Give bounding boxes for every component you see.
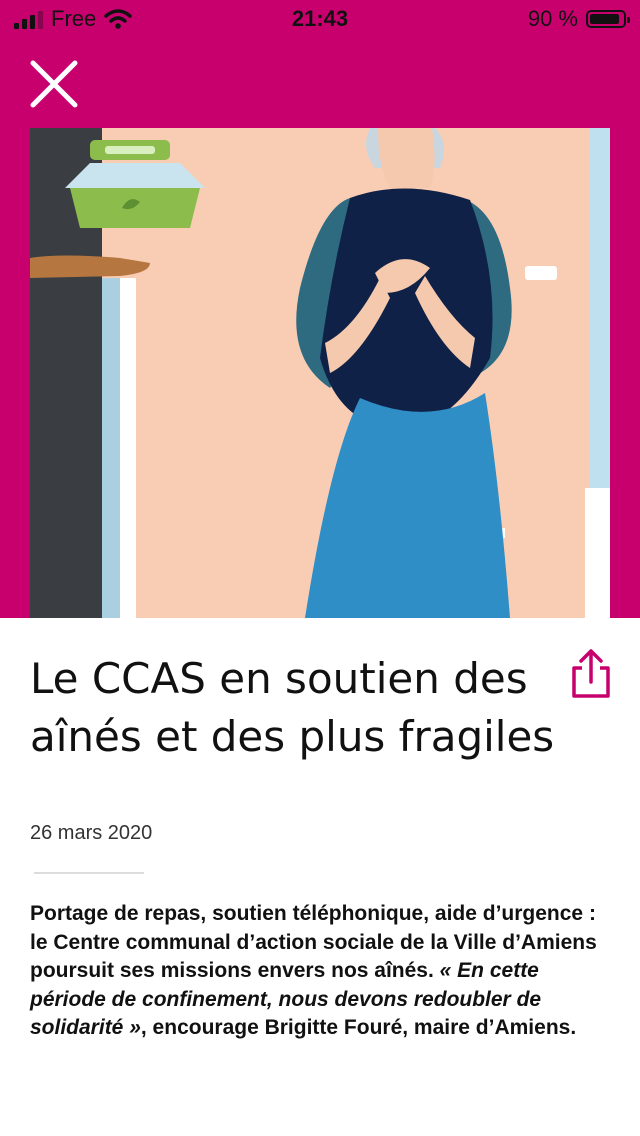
article-date: 26 mars 2020	[30, 822, 153, 844]
article-title: Le CCAS en soutien des aînés et des plus…	[30, 654, 555, 761]
article-image	[30, 128, 610, 618]
illustration-elderly-woman	[30, 128, 610, 618]
share-button[interactable]	[568, 648, 614, 700]
share-icon	[572, 649, 610, 698]
divider	[34, 872, 144, 874]
status-right: 90 %	[527, 6, 630, 32]
close-button[interactable]	[28, 58, 80, 110]
status-bar: Free 21:43 90 %	[0, 0, 640, 40]
article-intro: Portage de repas, soutien téléphonique, …	[30, 900, 616, 1043]
close-icon	[30, 60, 78, 108]
intro-text-end: , encourage Brigitte Fouré, maire d’Amie…	[140, 1016, 577, 1039]
battery-percentage: 90 %	[527, 6, 578, 31]
battery-icon	[586, 10, 630, 28]
